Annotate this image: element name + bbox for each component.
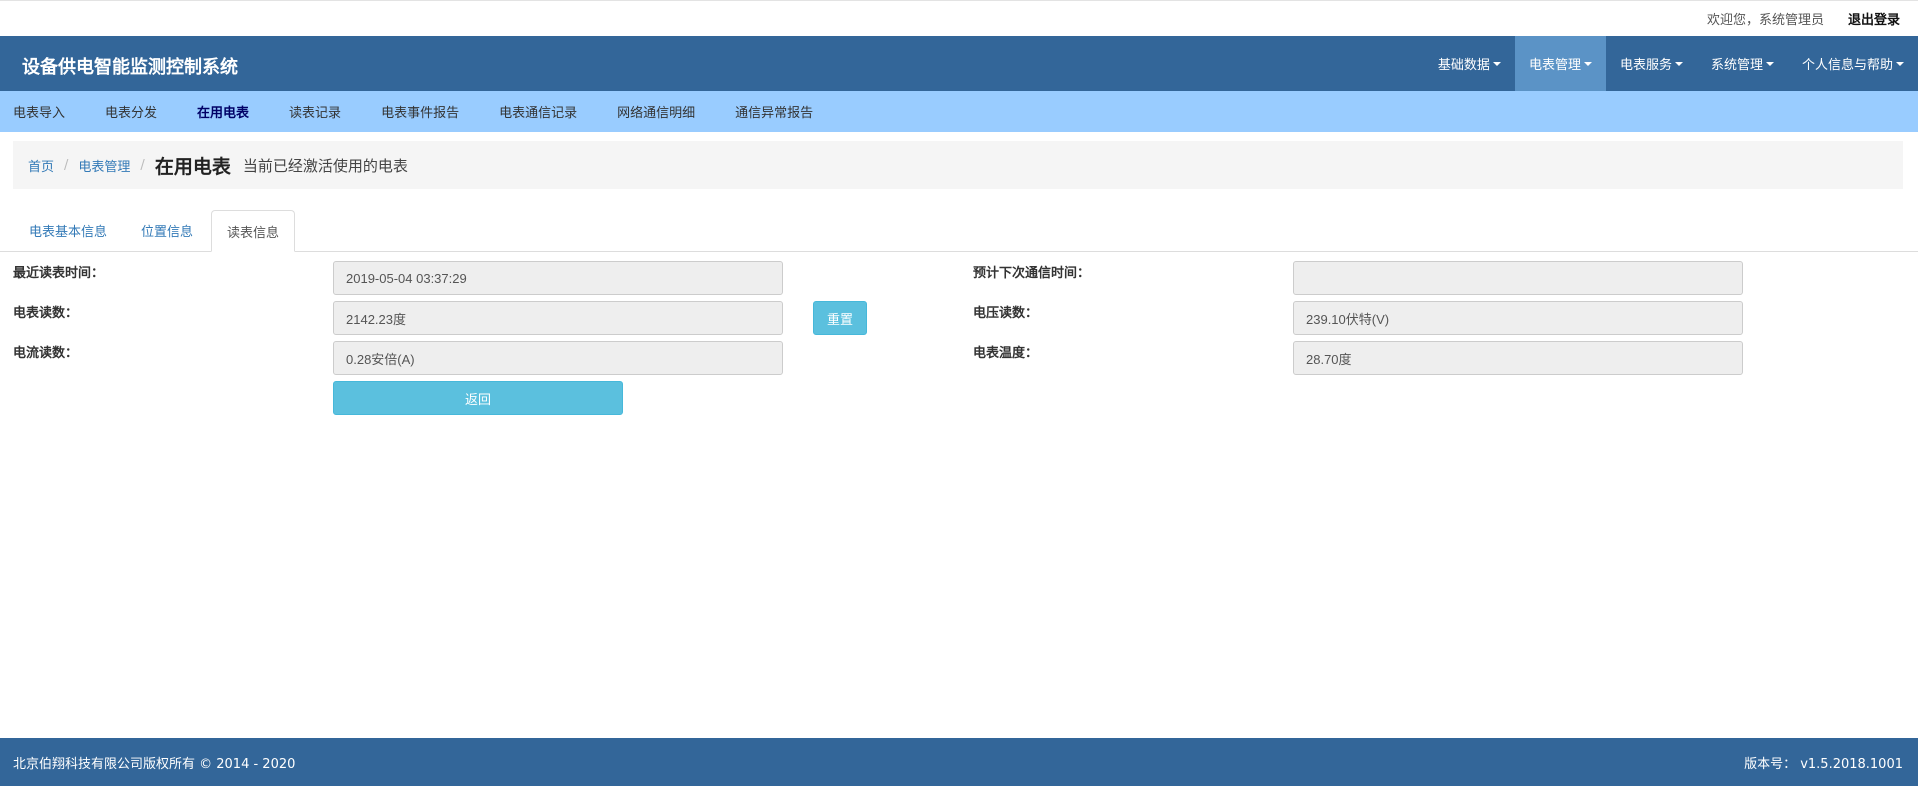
meter-reading-field[interactable]: 2142.23度 [333, 301, 783, 335]
sub-navbar: 电表导入 电表分发 在用电表 读表记录 电表事件报告 电表通信记录 网络通信明细… [0, 91, 1918, 132]
subnav-reading-records[interactable]: 读表记录 [289, 102, 341, 121]
reset-button[interactable]: 重置 [813, 301, 867, 335]
page-title: 在用电表 [154, 155, 231, 178]
subnav-meters-in-use[interactable]: 在用电表 [197, 102, 249, 121]
tab-meter-basic-info[interactable]: 电表基本信息 [13, 209, 123, 251]
caret-down-icon [1674, 61, 1683, 66]
menu-label: 系统管理 [1710, 58, 1763, 73]
caret-down-icon [1896, 61, 1904, 66]
subnav-meter-distribution[interactable]: 电表分发 [105, 102, 157, 121]
next-comm-time-label: 预计下次通信时间： [973, 266, 1091, 281]
footer: 北京伯翔科技有限公司版权所有 © 2014 - 2020 版本号： v1.5.2… [0, 738, 1918, 786]
breadcrumb: 首页 / 电表管理 / 在用电表 当前已经激活使用的电表 [13, 141, 1903, 189]
menu-label: 电表管理 [1528, 58, 1581, 73]
subnav-meter-event-report[interactable]: 电表事件报告 [381, 102, 459, 121]
last-read-time-field[interactable]: 2019-05-04 03:37:29 [333, 261, 783, 295]
temperature-field[interactable]: 28.70度 [1293, 341, 1743, 375]
voltage-label: 电压读数： [973, 306, 1039, 321]
current-field[interactable]: 0.28安倍(A) [333, 341, 783, 375]
menu-label: 电表服务 [1619, 58, 1672, 73]
menu-label: 个人信息与帮助 [1801, 58, 1893, 73]
subnav-comm-error-report[interactable]: 通信异常报告 [735, 102, 813, 121]
meter-reading-label: 电表读数： [13, 306, 79, 321]
menu-system-management[interactable]: 系统管理 [1697, 36, 1788, 91]
caret-down-icon [1765, 61, 1774, 66]
tab-bar: 电表基本信息 位置信息 读表信息 [0, 210, 1918, 252]
app-title: 设备供电智能监测控制系统 [22, 56, 238, 78]
subnav-meter-import[interactable]: 电表导入 [13, 102, 65, 121]
voltage-field[interactable]: 239.10伏特(V) [1293, 301, 1743, 335]
temperature-label: 电表温度： [973, 346, 1039, 361]
menu-meter-management[interactable]: 电表管理 [1514, 36, 1606, 91]
reading-info-form: 最近读表时间： 2019-05-04 03:37:29 预计下次通信时间： 电表… [0, 252, 1918, 482]
top-bar: 欢迎您，系统管理员 退出登录 [0, 0, 1918, 36]
back-button[interactable]: 返回 [333, 381, 623, 415]
last-read-time-label: 最近读表时间： [13, 266, 105, 281]
menu-label: 基础数据 [1437, 58, 1490, 73]
caret-down-icon [1583, 61, 1592, 66]
current-label: 电流读数： [13, 346, 79, 361]
breadcrumb-separator: / [64, 157, 69, 173]
tab-location-info[interactable]: 位置信息 [125, 209, 209, 251]
menu-profile-help[interactable]: 个人信息与帮助 [1788, 36, 1918, 91]
breadcrumb-separator: / [140, 157, 145, 173]
menu-meter-service[interactable]: 电表服务 [1606, 36, 1697, 91]
logout-link[interactable]: 退出登录 [1848, 9, 1900, 28]
menu-basic-data[interactable]: 基础数据 [1424, 36, 1515, 91]
main-navbar: 设备供电智能监测控制系统 基础数据 电表管理 电表服务 系统管理 个人信息与帮助 [0, 36, 1918, 91]
subnav-network-comm-details[interactable]: 网络通信明细 [617, 102, 695, 121]
tab-reading-info[interactable]: 读表信息 [211, 210, 296, 252]
main-menu: 基础数据 电表管理 电表服务 系统管理 个人信息与帮助 [1424, 36, 1918, 91]
version-text: 版本号： v1.5.2018.1001 [1744, 756, 1903, 772]
breadcrumb-home[interactable]: 首页 [28, 156, 54, 175]
caret-down-icon [1492, 61, 1501, 66]
next-comm-time-field[interactable] [1293, 261, 1743, 295]
breadcrumb-section[interactable]: 电表管理 [78, 156, 130, 175]
page-description: 当前已经激活使用的电表 [242, 156, 408, 175]
welcome-text: 欢迎您，系统管理员 [1706, 13, 1824, 28]
subnav-meter-comm-records[interactable]: 电表通信记录 [499, 102, 577, 121]
copyright-text: 北京伯翔科技有限公司版权所有 © 2014 - 2020 [13, 756, 296, 772]
